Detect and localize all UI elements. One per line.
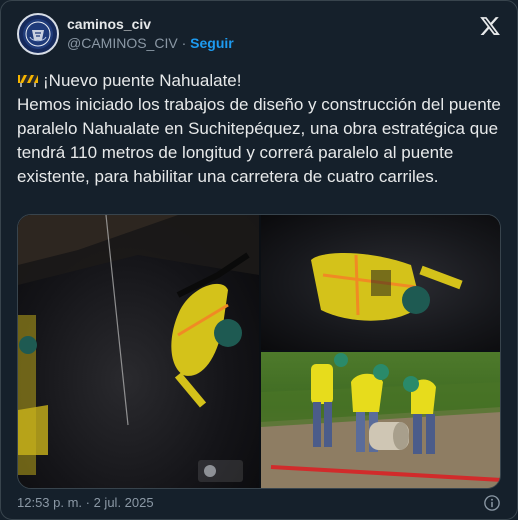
info-icon[interactable] bbox=[483, 494, 501, 512]
photo-workers-site[interactable] bbox=[261, 352, 500, 488]
avatar[interactable] bbox=[17, 13, 59, 55]
photo-worker-kneeling[interactable] bbox=[261, 215, 500, 350]
photo-worker-kneeling-art bbox=[311, 253, 463, 321]
follow-button[interactable]: Seguir bbox=[190, 35, 234, 51]
photo-workers-site-art bbox=[261, 353, 500, 488]
author-block: caminos_civ @CAMINOS_CIV · Seguir bbox=[67, 15, 234, 53]
headline: ¡Nuevo puente Nahualate! bbox=[43, 71, 242, 90]
photo-worker-in-pit-art bbox=[18, 215, 259, 482]
handle[interactable]: @CAMINOS_CIV bbox=[67, 35, 178, 51]
separator: · bbox=[181, 35, 187, 51]
tweet-header: caminos_civ @CAMINOS_CIV · Seguir bbox=[17, 11, 501, 57]
coat-of-arms-icon bbox=[25, 21, 51, 47]
handle-row: @CAMINOS_CIV · Seguir bbox=[67, 33, 234, 53]
photo-worker-in-pit[interactable] bbox=[18, 215, 259, 488]
display-name[interactable]: caminos_civ bbox=[67, 15, 234, 33]
media-grid bbox=[17, 214, 501, 489]
construction-icon bbox=[18, 75, 38, 87]
body-paragraph: Hemos iniciado los trabajos de diseño y … bbox=[17, 95, 501, 186]
tweet-card: caminos_civ @CAMINOS_CIV · Seguir ¡Nuevo… bbox=[0, 0, 518, 520]
timestamp[interactable]: 12:53 p. m. · 2 jul. 2025 bbox=[17, 495, 154, 510]
headline-line: ¡Nuevo puente Nahualate! bbox=[17, 69, 507, 93]
tweet-footer: 12:53 p. m. · 2 jul. 2025 bbox=[17, 495, 501, 513]
tweet-text: ¡Nuevo puente Nahualate! Hemos iniciado … bbox=[17, 69, 507, 189]
x-logo-icon[interactable] bbox=[479, 15, 501, 37]
